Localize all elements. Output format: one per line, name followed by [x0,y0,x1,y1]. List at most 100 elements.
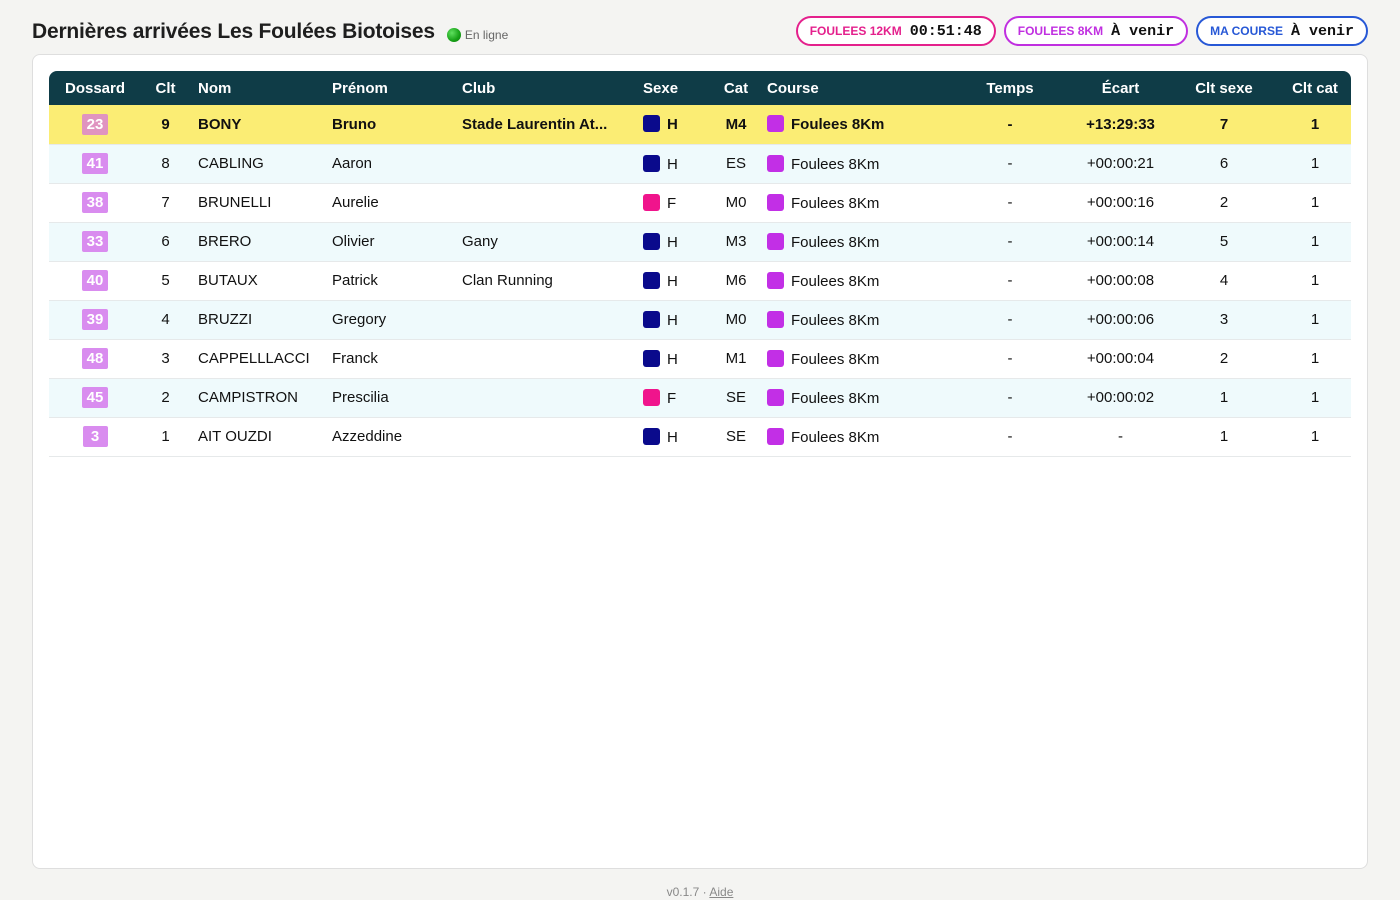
course-color-swatch [767,349,784,367]
cell-clt: 8 [141,144,190,184]
sex-label: H [667,233,678,251]
column-header-clt-cat[interactable]: Clt cat [1279,71,1351,105]
cell-prenom: Aurelie [332,183,462,223]
table-row[interactable]: 45 2 CAMPISTRON Prescilia F SE Foulees 8Km - +00… [49,378,1351,418]
cell-dossard: 33 [49,222,141,262]
column-header-sexe[interactable]: Sexe [642,71,710,105]
cell-clt-sexe: 4 [1169,261,1279,301]
column-header-cat[interactable]: Cat [710,71,762,105]
sex-color-swatch [643,115,660,133]
cell-ecart: +00:00:02 [1072,378,1169,418]
course-label: Foulees 8Km [791,389,880,407]
table-row[interactable]: 48 3 CAPPELLLACCI Franck H M1 Foulees 8Km - +00:… [49,339,1351,379]
course-label: Foulees 8Km [791,350,880,368]
column-header-ecart[interactable]: Écart [1072,71,1169,105]
column-header-clt[interactable]: Clt [141,71,190,105]
bib-badge: 3 [82,426,108,447]
race-pill-name: MA COURSE [1210,24,1283,38]
cell-club: Stade Laurentin At... [462,105,642,145]
cell-cat: M6 [710,261,762,301]
cell-temps: - [948,300,1072,340]
sex-color-swatch [643,349,660,367]
cell-clt: 4 [141,300,190,340]
sex-label: H [667,272,678,290]
cell-clt-sexe: 3 [1169,300,1279,340]
table-row[interactable]: 3 1 AIT OUZDI Azzeddine H SE Foulees 8Km - -1 1 [49,417,1351,457]
cell-sexe: F [642,378,710,418]
sex-color-swatch [643,193,660,211]
cell-clt-cat: 1 [1279,300,1351,340]
table-row[interactable]: 33 6 BRERO Olivier Gany H M3 Foulees 8Km - +00:00… [49,222,1351,262]
cell-prenom: Bruno [332,105,462,145]
column-header-club[interactable]: Club [462,71,642,105]
status-label: En ligne [464,27,509,42]
cell-clt-sexe: 6 [1169,144,1279,184]
sex-color-swatch [643,310,660,328]
cell-dossard: 23 [49,105,141,145]
cell-clt-cat: 1 [1279,222,1351,262]
cell-prenom: Gregory [332,300,462,340]
version-label: v0.1.7 [666,885,700,899]
cell-club [462,417,642,457]
course-label: Foulees 8Km [791,272,880,290]
table-row[interactable]: 40 5 BUTAUX Patrick Clan Running H M6 Foulees 8… [49,261,1351,301]
bib-badge: 38 [81,192,109,213]
cell-dossard: 3 [49,417,141,457]
cell-ecart: +00:00:14 [1072,222,1169,262]
table-row[interactable]: 39 4 BRUZZI Gregory H M0 Foulees 8Km - +00:00:06… [49,300,1351,340]
course-color-swatch [767,232,784,250]
race-pill-ma-course[interactable]: MA COURSE À venir [1196,16,1368,46]
column-header-prenom[interactable]: Prénom [332,71,462,105]
cell-prenom: Franck [332,339,462,379]
cell-clt: 9 [141,105,190,145]
cell-dossard: 39 [49,300,141,340]
bib-badge: 23 [81,113,109,135]
cell-nom: CAPPELLLACCI [190,339,332,379]
table-row[interactable]: 41 8 CABLING Aaron H ES Foulees 8Km - +00:00:21 6… [49,144,1351,184]
sex-color-swatch [643,388,660,406]
cell-sexe: H [642,144,710,184]
race-pill-12km[interactable]: FOULEES 12KM 00:51:48 [795,16,996,46]
column-header-nom[interactable]: Nom [190,71,332,105]
sex-color-swatch [643,271,660,289]
race-pill-value: À venir [1290,22,1354,40]
cell-clt-cat: 1 [1279,183,1351,223]
cell-clt: 7 [141,183,190,223]
bib-badge: 45 [81,387,109,408]
cell-clt-sexe: 1 [1169,378,1279,418]
bib-badge: 41 [81,153,109,174]
course-color-swatch [767,271,784,289]
course-color-swatch [767,427,784,445]
cell-clt-sexe: 5 [1169,222,1279,262]
cell-clt-sexe: 2 [1169,183,1279,223]
cell-course: Foulees 8Km [762,105,948,145]
cell-clt: 3 [141,339,190,379]
table-row[interactable]: 23 9 BONY Bruno Stade Laurentin At... H M4 Foul… [49,105,1351,145]
race-pill-8km[interactable]: FOULEES 8KM À venir [1003,16,1189,46]
column-header-temps[interactable]: Temps [948,71,1072,105]
cell-course: Foulees 8Km [762,222,948,262]
status-dot-icon [446,27,461,42]
cell-temps: - [948,261,1072,301]
cell-nom: BUTAUX [190,261,332,301]
bib-badge: 33 [81,231,109,252]
cell-club [462,378,642,418]
cell-sexe: F [642,183,710,223]
cell-sexe: H [642,417,710,457]
table-row[interactable]: 38 7 BRUNELLI Aurelie F M0 Foulees 8Km - +00:00:… [49,183,1351,223]
sex-label: F [667,194,677,212]
course-label: Foulees 8Km [791,194,880,212]
column-header-dossard[interactable]: Dossard [49,71,141,105]
cell-clt-cat: 1 [1279,417,1351,457]
column-header-clt-sexe[interactable]: Clt sexe [1169,71,1279,105]
course-color-swatch [767,115,784,133]
cell-clt: 2 [141,378,190,418]
cell-clt-sexe: 7 [1169,105,1279,145]
column-header-course[interactable]: Course [762,71,948,105]
race-pills: FOULEES 12KM 00:51:48 FOULEES 8KM À veni… [795,16,1368,46]
results-table: Dossard Clt Nom Prénom Club Sexe Cat Cou… [49,71,1351,457]
course-color-swatch [767,388,784,406]
cell-nom: BRERO [190,222,332,262]
help-link[interactable]: Aide [709,885,733,899]
race-pill-value: 00:51:48 [909,22,982,40]
